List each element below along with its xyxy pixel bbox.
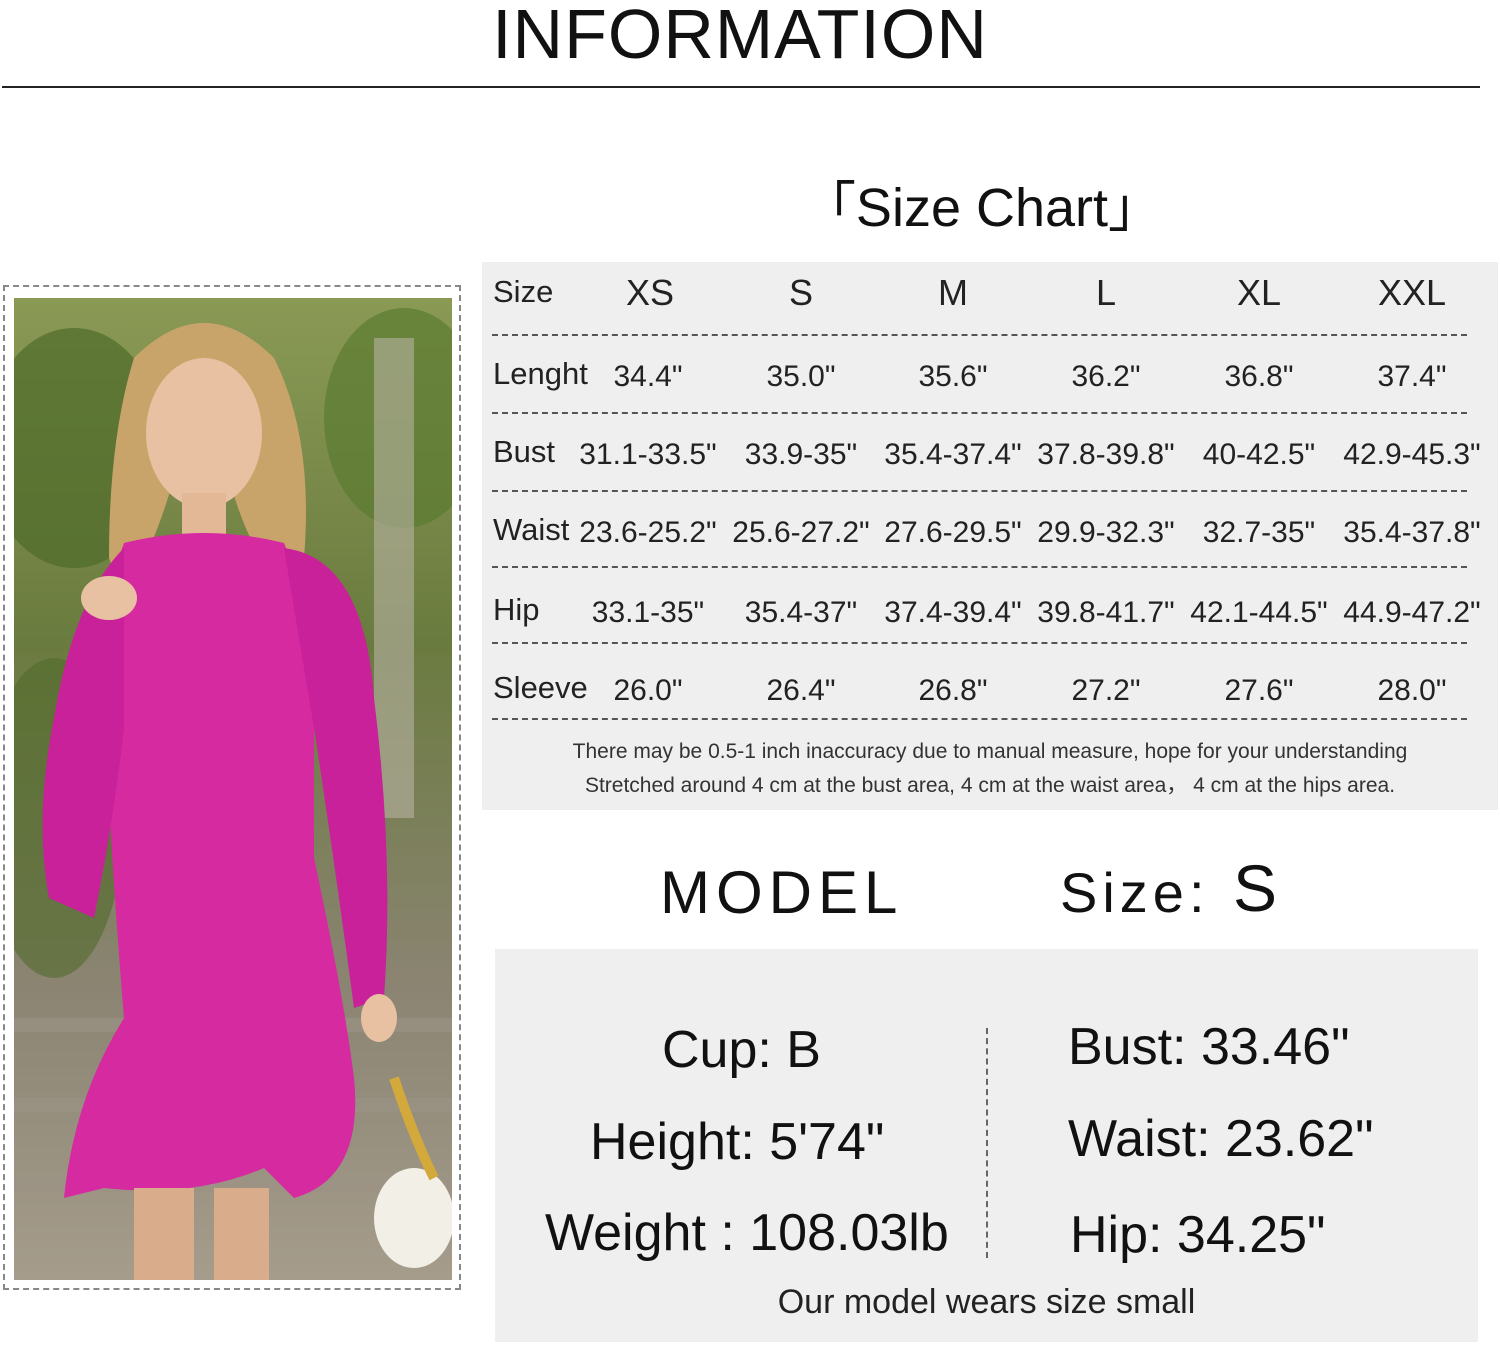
table-cell: 37.4-39.4" <box>884 596 1022 629</box>
table-cell: 29.9-32.3" <box>1037 516 1175 549</box>
table-cell: 35.6" <box>918 360 988 393</box>
size-header-label: Size <box>493 274 554 309</box>
table-cell: 36.8" <box>1224 360 1294 393</box>
size-chart-header-row: Size XS S M L XL XXL <box>482 272 1498 350</box>
row-divider <box>492 718 1467 720</box>
table-cell: 28.0" <box>1377 674 1447 707</box>
size-chart-row-sleeve: Sleeve 26.0" 26.4" 26.8" 27.2" 27.6" 28.… <box>482 668 1498 746</box>
row-divider <box>492 642 1467 644</box>
table-cell: 33.1-35" <box>591 596 705 629</box>
table-cell: 35.4-37.8" <box>1343 516 1481 549</box>
table-cell: 23.6-25.2" <box>579 516 717 549</box>
size-header-cell: XS <box>625 272 675 313</box>
table-cell: 39.8-41.7" <box>1037 596 1175 629</box>
size-header-cell: XXL <box>1377 272 1447 313</box>
table-cell: 27.2" <box>1071 674 1141 707</box>
row-divider <box>492 490 1467 492</box>
size-chart-row-waist: Waist 23.6-25.2" 25.6-27.2" 27.6-29.5" 2… <box>482 510 1498 588</box>
page-title: INFORMATION <box>492 0 988 73</box>
header-divider <box>2 86 1480 88</box>
size-chart-row-bust: Bust 31.1-33.5" 33.9-35" 35.4-37.4" 37.8… <box>482 432 1498 510</box>
size-chart-title: 「Size Chart」 <box>801 178 1163 238</box>
table-cell: 37.8-39.8" <box>1037 438 1175 471</box>
size-chart-row-length: Lenght 34.4" 35.0" 35.6" 36.2" 36.8" 37.… <box>482 354 1498 432</box>
size-chart-table: Size XS S M L XL XXL Lenght 34.4" 35.0" … <box>482 262 1498 810</box>
table-cell: 44.9-47.2" <box>1343 596 1481 629</box>
table-cell: 40-42.5" <box>1202 438 1316 471</box>
table-cell: 42.9-45.3" <box>1343 438 1481 471</box>
table-cell: 26.0" <box>613 674 683 707</box>
size-header-cell: S <box>788 272 813 313</box>
table-cell: 31.1-33.5" <box>579 438 717 471</box>
table-cell: 32.7-35" <box>1202 516 1316 549</box>
table-cell: 27.6" <box>1224 674 1294 707</box>
table-cell: 35.0" <box>766 360 836 393</box>
measurement-note: There may be 0.5-1 inch inaccuracy due t… <box>572 740 1408 763</box>
size-header-cell: XL <box>1236 272 1282 313</box>
row-divider <box>492 566 1467 568</box>
model-height: Height: 5'74" <box>590 1113 885 1171</box>
model-waist: Waist: 23.62" <box>1068 1110 1374 1168</box>
table-cell: 34.4" <box>613 360 683 393</box>
model-note: Our model wears size small <box>777 1283 1196 1321</box>
table-cell: 35.4-37.4" <box>884 438 1022 471</box>
model-photo <box>14 298 452 1280</box>
stretch-note: Stretched around 4 cm at the bust area, … <box>584 774 1396 797</box>
model-bust: Bust: 33.46" <box>1068 1018 1350 1076</box>
table-cell: 26.4" <box>766 674 836 707</box>
table-cell: 37.4" <box>1377 360 1447 393</box>
row-label: Hip <box>493 592 540 627</box>
table-cell: 36.2" <box>1071 360 1141 393</box>
model-heading: MODEL <box>660 859 904 926</box>
row-divider <box>492 334 1467 336</box>
table-cell: 35.4-37" <box>744 596 858 629</box>
size-header-cell: L <box>1095 272 1117 313</box>
model-hip: Hip: 34.25" <box>1070 1206 1326 1264</box>
model-size-label: Size: <box>1060 861 1210 924</box>
size-chart-row-hip: Hip 33.1-35" 35.4-37" 37.4-39.4" 39.8-41… <box>482 590 1498 668</box>
stats-divider <box>986 1028 988 1258</box>
table-cell: 42.1-44.5" <box>1190 596 1328 629</box>
model-cup: Cup: B <box>662 1021 821 1079</box>
table-cell: 33.9-35" <box>744 438 858 471</box>
row-label: Waist <box>493 512 570 547</box>
row-label: Bust <box>493 434 556 469</box>
table-cell: 26.8" <box>918 674 988 707</box>
table-cell: 25.6-27.2" <box>732 516 870 549</box>
table-cell: 27.6-29.5" <box>884 516 1022 549</box>
row-divider <box>492 412 1467 414</box>
size-header-cell: M <box>938 272 968 313</box>
model-weight: Weight : 108.03lb <box>545 1204 949 1262</box>
model-size-value: S <box>1233 851 1278 925</box>
